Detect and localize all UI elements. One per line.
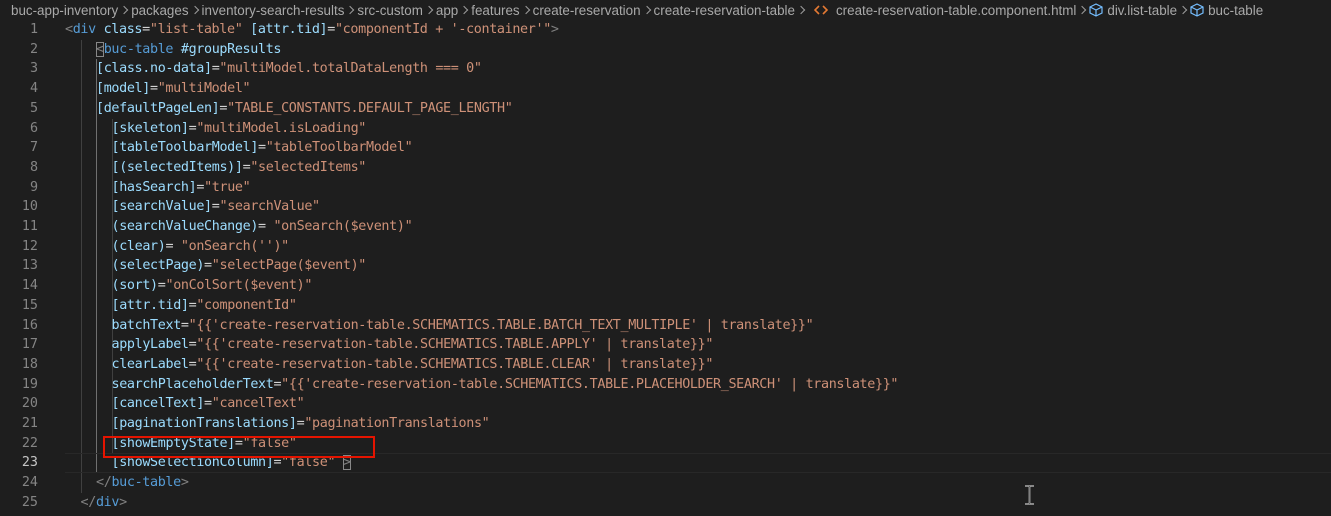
- line-number: 7: [29, 140, 38, 156]
- chevron-right-icon: [189, 0, 202, 20]
- breadcrumb-item-buc-table[interactable]: buc-table: [1208, 3, 1263, 18]
- symbol-element-icon: [1089, 3, 1103, 17]
- code-line[interactable]: 20 [cancelText]="cancelText": [0, 394, 1331, 414]
- code-text[interactable]: [cancelText]="cancelText": [112, 394, 305, 414]
- line-number: 20: [21, 396, 38, 412]
- line-number: 8: [29, 159, 38, 175]
- code-line[interactable]: 18 clearLabel="{{'create-reservation-tabl…: [0, 355, 1331, 375]
- line-number: 16: [21, 317, 38, 333]
- line-number: 9: [29, 179, 38, 195]
- code-line[interactable]: 8 [(selectedItems)]="selectedItems": [0, 158, 1331, 178]
- code-line[interactable]: 11 (searchValueChange)= "onSearch($event)…: [0, 217, 1331, 237]
- code-line[interactable]: 3 [class.no-data]="multiModel.totalDataLe…: [0, 59, 1331, 79]
- line-number: 21: [21, 416, 38, 431]
- code-text[interactable]: </buc-table>: [96, 473, 189, 493]
- code-text[interactable]: [tableToolbarModel]="tableToolbarModel": [112, 138, 413, 158]
- code-line[interactable]: 4 [model]="multiModel": [0, 79, 1331, 99]
- code-line[interactable]: 10 [searchValue]="searchValue": [0, 197, 1331, 217]
- line-number: 15: [21, 297, 38, 313]
- code-text[interactable]: [skeleton]="multiModel.isLoading": [112, 119, 367, 139]
- code-text[interactable]: [defaultPageLen]="TABLE_CONSTANTS.DEFAUL…: [96, 99, 513, 119]
- line-number: 12: [21, 238, 38, 254]
- chevron-right-icon: [795, 0, 808, 20]
- breadcrumb: buc-app-inventory packages inventory-sea…: [0, 0, 1331, 20]
- code-text[interactable]: </div>: [81, 493, 128, 513]
- code-text[interactable]: [hasSearch]="true": [112, 178, 251, 198]
- line-number: 3: [29, 61, 38, 77]
- code-text[interactable]: [paginationTranslations]="paginationTran…: [112, 414, 490, 434]
- code-line[interactable]: 17 applyLabel="{{'create-reservation-tabl…: [0, 335, 1331, 355]
- line-number: 17: [21, 337, 38, 353]
- code-line[interactable]: 19 searchPlaceholderText="{{'create-reser…: [0, 375, 1331, 395]
- code-line[interactable]: 24 </buc-table>: [0, 473, 1331, 493]
- code-text[interactable]: [model]="multiModel": [96, 79, 251, 99]
- code-line[interactable]: 7 [tableToolbarModel]="tableToolbarModel": [0, 138, 1331, 158]
- code-line[interactable]: 12 (clear)= "onSearch('')": [0, 237, 1331, 257]
- breadcrumb-item-inventory-search-results[interactable]: inventory-search-results: [202, 3, 345, 18]
- symbol-element-icon: [1190, 3, 1204, 17]
- code-text[interactable]: [searchValue]="searchValue": [112, 197, 321, 217]
- html-file-icon: [813, 4, 828, 16]
- code-text[interactable]: [class.no-data]="multiModel.totalDataLen…: [96, 59, 482, 79]
- line-number: 13: [21, 258, 38, 274]
- chevron-right-icon: [344, 0, 357, 20]
- code-text[interactable]: [(selectedItems)]="selectedItems": [112, 158, 367, 178]
- line-number: 11: [21, 219, 38, 234]
- breadcrumb-item-create-reservation[interactable]: create-reservation: [533, 3, 641, 18]
- chevron-right-icon: [520, 0, 533, 20]
- code-line[interactable]: 25 </div>: [0, 493, 1331, 513]
- annotation-highlight-box: [103, 436, 375, 458]
- code-line[interactable]: 2 <buc-table #groupResults: [0, 40, 1331, 60]
- line-number: 5: [29, 100, 38, 116]
- line-number: 14: [21, 278, 38, 294]
- line-number: 6: [29, 120, 38, 136]
- code-text[interactable]: (clear)= "onSearch('')": [112, 237, 290, 257]
- breadcrumb-item-file[interactable]: create-reservation-table.component.html: [836, 3, 1076, 18]
- chevron-right-icon: [1177, 0, 1190, 20]
- chevron-right-icon: [458, 0, 471, 20]
- code-line[interactable]: 15 [attr.tid]="componentId": [0, 296, 1331, 316]
- breadcrumb-item-create-reservation-table[interactable]: create-reservation-table: [654, 3, 795, 18]
- code-text[interactable]: clearLabel="{{'create-reservation-table.…: [112, 355, 714, 375]
- code-text[interactable]: <buc-table #groupResults: [96, 40, 281, 60]
- code-line[interactable]: 1 <div class="list-table" [attr.tid]="com…: [0, 20, 1331, 40]
- chevron-right-icon: [118, 0, 131, 20]
- code-line[interactable]: 13 (selectPage)="selectPage($event)": [0, 256, 1331, 276]
- code-text[interactable]: [attr.tid]="componentId": [112, 296, 297, 316]
- line-number: 22: [21, 435, 38, 451]
- breadcrumb-item-app[interactable]: app: [436, 3, 458, 18]
- code-text[interactable]: (searchValueChange)= "onSearch($event)": [112, 217, 413, 237]
- code-text[interactable]: <div class="list-table" [attr.tid]="comp…: [65, 20, 559, 40]
- code-line[interactable]: 6 [skeleton]="multiModel.isLoading": [0, 119, 1331, 139]
- line-number: 4: [29, 81, 38, 97]
- line-number: 25: [21, 494, 38, 510]
- code-line[interactable]: 9 [hasSearch]="true": [0, 178, 1331, 198]
- line-number: 19: [21, 376, 38, 392]
- line-number: 18: [21, 356, 38, 372]
- line-number: 1: [29, 22, 38, 37]
- chevron-right-icon: [641, 0, 654, 20]
- chevron-right-icon: [1076, 0, 1089, 20]
- text-cursor-icon: [1025, 485, 1034, 505]
- line-number: 23: [21, 455, 38, 471]
- code-text[interactable]: (selectPage)="selectPage($event)": [112, 256, 367, 276]
- breadcrumb-item-div-list-table[interactable]: div.list-table: [1107, 3, 1177, 18]
- code-line[interactable]: 14 (sort)="onColSort($event)": [0, 276, 1331, 296]
- line-number: 24: [21, 475, 38, 491]
- breadcrumb-item-packages[interactable]: packages: [131, 3, 188, 18]
- chevron-right-icon: [423, 0, 436, 20]
- breadcrumb-item-src-custom[interactable]: src-custom: [357, 3, 422, 18]
- code-line[interactable]: 5 [defaultPageLen]="TABLE_CONSTANTS.DEFAU…: [0, 99, 1331, 119]
- code-line[interactable]: 16 batchText="{{'create-reservation-table…: [0, 316, 1331, 336]
- code-text[interactable]: searchPlaceholderText="{{'create-reserva…: [112, 375, 899, 395]
- line-number: 2: [29, 41, 38, 57]
- breadcrumb-item-features[interactable]: features: [471, 3, 519, 18]
- line-number: 10: [21, 199, 38, 215]
- code-line[interactable]: 21 [paginationTranslations]="paginationTr…: [0, 414, 1331, 434]
- code-text[interactable]: batchText="{{'create-reservation-table.S…: [112, 316, 814, 336]
- breadcrumb-item-buc-app-inventory[interactable]: buc-app-inventory: [11, 3, 118, 18]
- code-text[interactable]: applyLabel="{{'create-reservation-table.…: [112, 335, 714, 355]
- code-text[interactable]: (sort)="onColSort($event)": [112, 276, 313, 296]
